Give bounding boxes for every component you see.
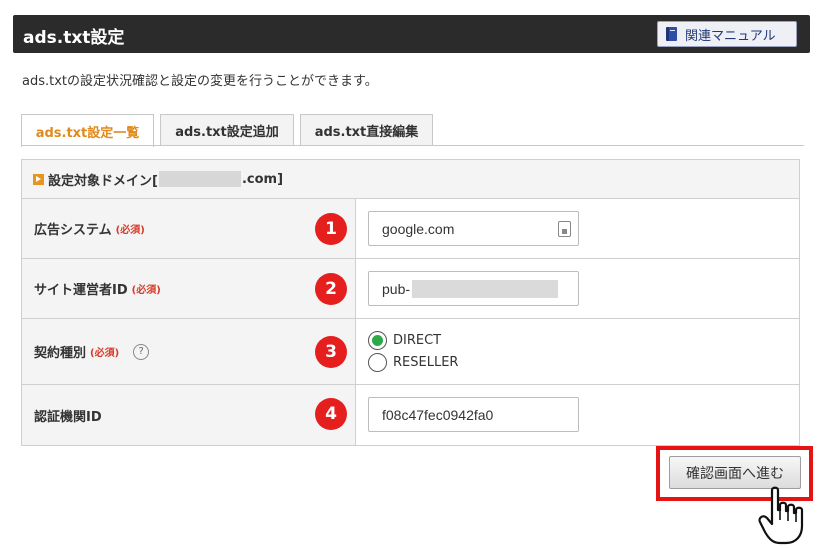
confirm-button[interactable]: 確認画面へ進む xyxy=(669,456,801,489)
intro-text: ads.txtの設定状況確認と設定の変更を行うことができます。 xyxy=(22,74,378,89)
required-tag: (必須) xyxy=(131,285,161,296)
required-tag: (必須) xyxy=(115,225,145,236)
cert-authority-value: f08c47fec0942fa0 xyxy=(382,406,494,423)
ad-system-input[interactable]: google.com xyxy=(368,211,579,246)
step-badge-1: 1 xyxy=(315,213,347,245)
tab-divider xyxy=(21,145,804,146)
publisher-id-label: サイト運営者ID xyxy=(34,283,128,298)
page-title: ads.txt設定 xyxy=(23,28,125,48)
contract-type-label: 契約種別 xyxy=(34,346,87,361)
radio-direct[interactable]: DIRECT xyxy=(368,331,441,350)
publisher-id-label-cell: サイト運営者ID (必須) xyxy=(22,259,356,318)
step-badge-3: 3 xyxy=(315,336,347,368)
required-tag: (必須) xyxy=(90,348,120,359)
cert-authority-input[interactable]: f08c47fec0942fa0 xyxy=(368,397,579,432)
publisher-id-redacted xyxy=(412,279,559,298)
autofill-icon[interactable] xyxy=(558,221,571,237)
radio-reseller-button[interactable] xyxy=(368,353,387,372)
form-row-contract-type: 契約種別 (必須) ? 3 DIRECT RESELLER xyxy=(22,319,799,385)
domain-suffix: .com] xyxy=(241,171,284,187)
header-bar: ads.txt設定 関連マニュアル xyxy=(13,15,810,53)
form-row-cert-authority-id: 認証機関ID 4 f08c47fec0942fa0 xyxy=(22,385,799,445)
tab-settings-add[interactable]: ads.txt設定追加 xyxy=(160,114,294,146)
radio-direct-button[interactable] xyxy=(368,331,387,350)
hand-pointer-icon xyxy=(758,486,804,545)
form-row-publisher-id: サイト運営者ID (必須) 2 pub- xyxy=(22,259,799,319)
tab-settings-list[interactable]: ads.txt設定一覧 xyxy=(21,114,154,147)
related-manual-label: 関連マニュアル xyxy=(685,28,776,44)
contract-type-label-cell: 契約種別 (必須) ? xyxy=(22,319,356,384)
step-badge-4: 4 xyxy=(315,398,347,430)
book-icon xyxy=(666,27,677,41)
domain-header: 設定対象ドメイン[ .com] xyxy=(22,160,799,199)
publisher-id-input[interactable]: pub- xyxy=(368,271,579,306)
radio-reseller[interactable]: RESELLER xyxy=(368,353,458,372)
related-manual-button[interactable]: 関連マニュアル xyxy=(657,21,797,47)
play-arrow-icon xyxy=(33,173,44,185)
tab-direct-edit[interactable]: ads.txt直接編集 xyxy=(300,114,433,146)
cert-authority-label-cell: 認証機関ID xyxy=(22,385,356,445)
ad-system-label-cell: 広告システム (必須) xyxy=(22,199,356,258)
domain-redacted xyxy=(158,171,241,187)
cert-authority-label: 認証機関ID xyxy=(34,409,102,425)
radio-reseller-label: RESELLER xyxy=(393,355,459,370)
form-row-ad-system: 広告システム (必須) 1 google.com xyxy=(22,199,799,259)
publisher-id-value: pub- xyxy=(382,280,411,297)
step-badge-2: 2 xyxy=(315,273,347,305)
settings-panel: 設定対象ドメイン[ .com] 広告システム (必須) 1 google.com… xyxy=(21,159,800,446)
ad-system-value: google.com xyxy=(382,220,455,237)
radio-direct-label: DIRECT xyxy=(393,333,442,348)
help-icon[interactable]: ? xyxy=(133,343,150,360)
ad-system-label: 広告システム xyxy=(34,223,112,238)
domain-prefix: 設定対象ドメイン[ xyxy=(48,173,158,189)
